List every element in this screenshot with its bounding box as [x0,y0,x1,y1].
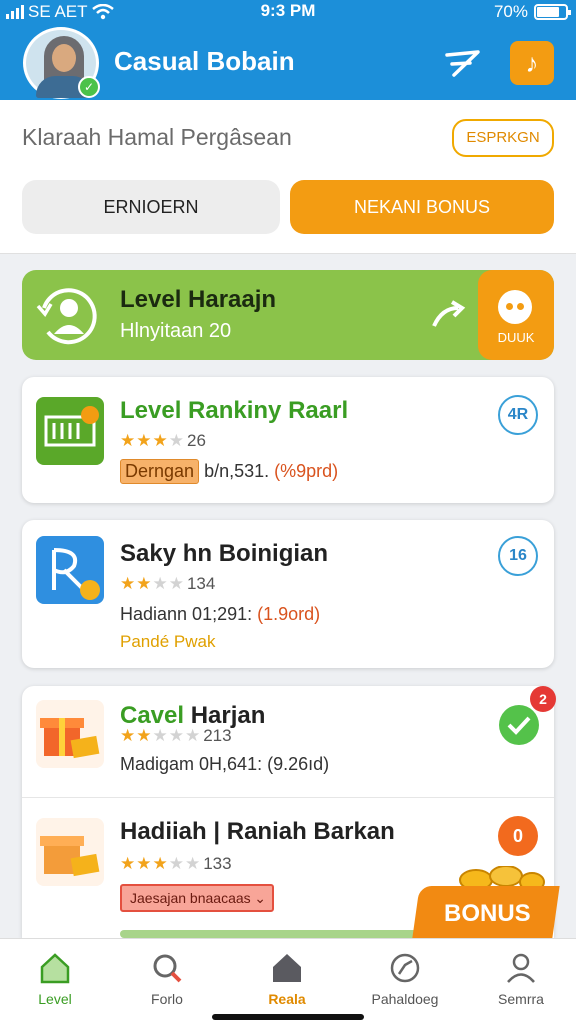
rating-count: 133 [203,854,232,873]
face-icon [498,290,532,324]
nav-item-semrra[interactable]: Semrra [466,951,576,1007]
list-item[interactable]: Cavel Harjan ★★★★★ 213 Madigam 0H,641: (9… [22,686,554,798]
card-title: Level Rankiny Raarl [120,397,349,424]
arrow-icon [432,300,466,327]
count-badge: 0 [498,816,538,856]
battery-label: 70% [493,2,528,21]
level-side-button[interactable]: DUUK [478,270,554,360]
send-icon[interactable] [444,44,482,82]
tag-label: Derngan [120,459,200,484]
list-item[interactable]: Saky hn Boinigian ★★★★ 134 Hadiann 01;291… [22,520,554,668]
card-meta: Derngan b/n,531. (%9prd) [120,459,338,484]
status-bar: SE AET 9:3 PM 70% [0,0,576,24]
level-banner[interactable]: Level Haraajn Hlnyitaan 20 DUUK [22,270,554,360]
reward-dropdown[interactable]: Jaesajan bnaacaas ⌄ [120,884,274,912]
card-title: Saky hn Boinigian [120,540,329,567]
gift-box-icon [36,818,104,886]
search-panel: Klaraah Hamal Pergâsean ESPRKGN ERNIOERN… [0,100,576,254]
app-header: ✓ Casual Bobain ♪ [0,24,576,100]
tab-left[interactable]: ERNIOERN [22,180,280,234]
card-extra: Pandé Pwak [120,632,216,651]
level-banner-title: Level Haraajn [120,286,277,313]
meta-text: Hadiann 01;291: [120,604,253,624]
count-badge: 16 [498,536,538,576]
notification-badge: 2 [530,686,556,712]
rating-count: 134 [186,574,216,593]
home-outline-icon [40,953,70,984]
rating-count: 26 [186,431,206,450]
meta-highlight: (1.9ord) [257,604,321,624]
bottom-nav: Level Forlo Reala Pahaldoeg Semrra [0,938,576,1024]
nav-item-pahaldoeg[interactable]: Pahaldoeg [350,951,460,1007]
nav-item-forlo[interactable]: Forlo [112,951,222,1007]
list-item[interactable]: Level Rankiny Raarl ★★★★ 26 Derngan b/n,5… [22,377,554,503]
rating-stars: ★★★★ 26 [120,431,206,450]
rating-count: 213 [203,726,232,745]
bonus-label: BONUS [444,900,531,927]
count-badge: 4R [498,395,538,435]
gift-box-icon [36,700,104,768]
chevron-down-icon: ⌄ [254,890,266,906]
check-circle-icon[interactable] [498,704,540,746]
card-meta: Hadiann 01;291: (1.9ord) [120,604,320,625]
status-right: 70% [493,2,571,22]
rating-stars: ★★★★ 134 [120,574,216,593]
music-note-icon: ♪ [525,48,539,78]
verified-check-icon: ✓ [78,76,100,98]
nav-item-level[interactable]: Level [0,951,110,1007]
tab-bonus[interactable]: NEKANI BONUS [290,180,554,234]
clock: 9:3 PM [260,1,316,20]
progress-bar [120,930,420,938]
meta-highlight: (%9prd) [274,461,339,481]
app-logo-icon [36,536,104,604]
person-refresh-icon [36,288,97,345]
nav-item-reala[interactable]: Reala [232,951,342,1007]
explore-button[interactable]: ESPRKGN [452,119,554,157]
money-icon [36,397,104,465]
person-icon [507,953,535,983]
app-title: Casual Bobain [114,46,295,76]
meta-text: Madigam 0H,641: (9.26ıd) [120,754,330,774]
home-filled-icon [273,954,301,982]
music-button[interactable]: ♪ [510,41,554,85]
battery-icon [534,4,571,20]
search-text[interactable]: Klaraah Hamal Pergâsean [22,124,292,151]
search-icon [153,954,182,983]
compass-icon [390,953,420,983]
rating-stars: ★★★★★ 133 [120,854,232,873]
card-title: Hadiiah | Raniah Barkan [120,818,395,845]
home-indicator [212,1014,364,1020]
rating-stars: ★★★★★ 213 [120,726,232,745]
meta-text: b/n,531. [204,461,270,481]
level-banner-subtitle: Hlnyitaan 20 [120,320,232,342]
bonus-ribbon[interactable]: BONUS [412,866,560,938]
level-side-label: DUUK [497,330,535,345]
avatar[interactable]: ✓ [23,27,100,99]
